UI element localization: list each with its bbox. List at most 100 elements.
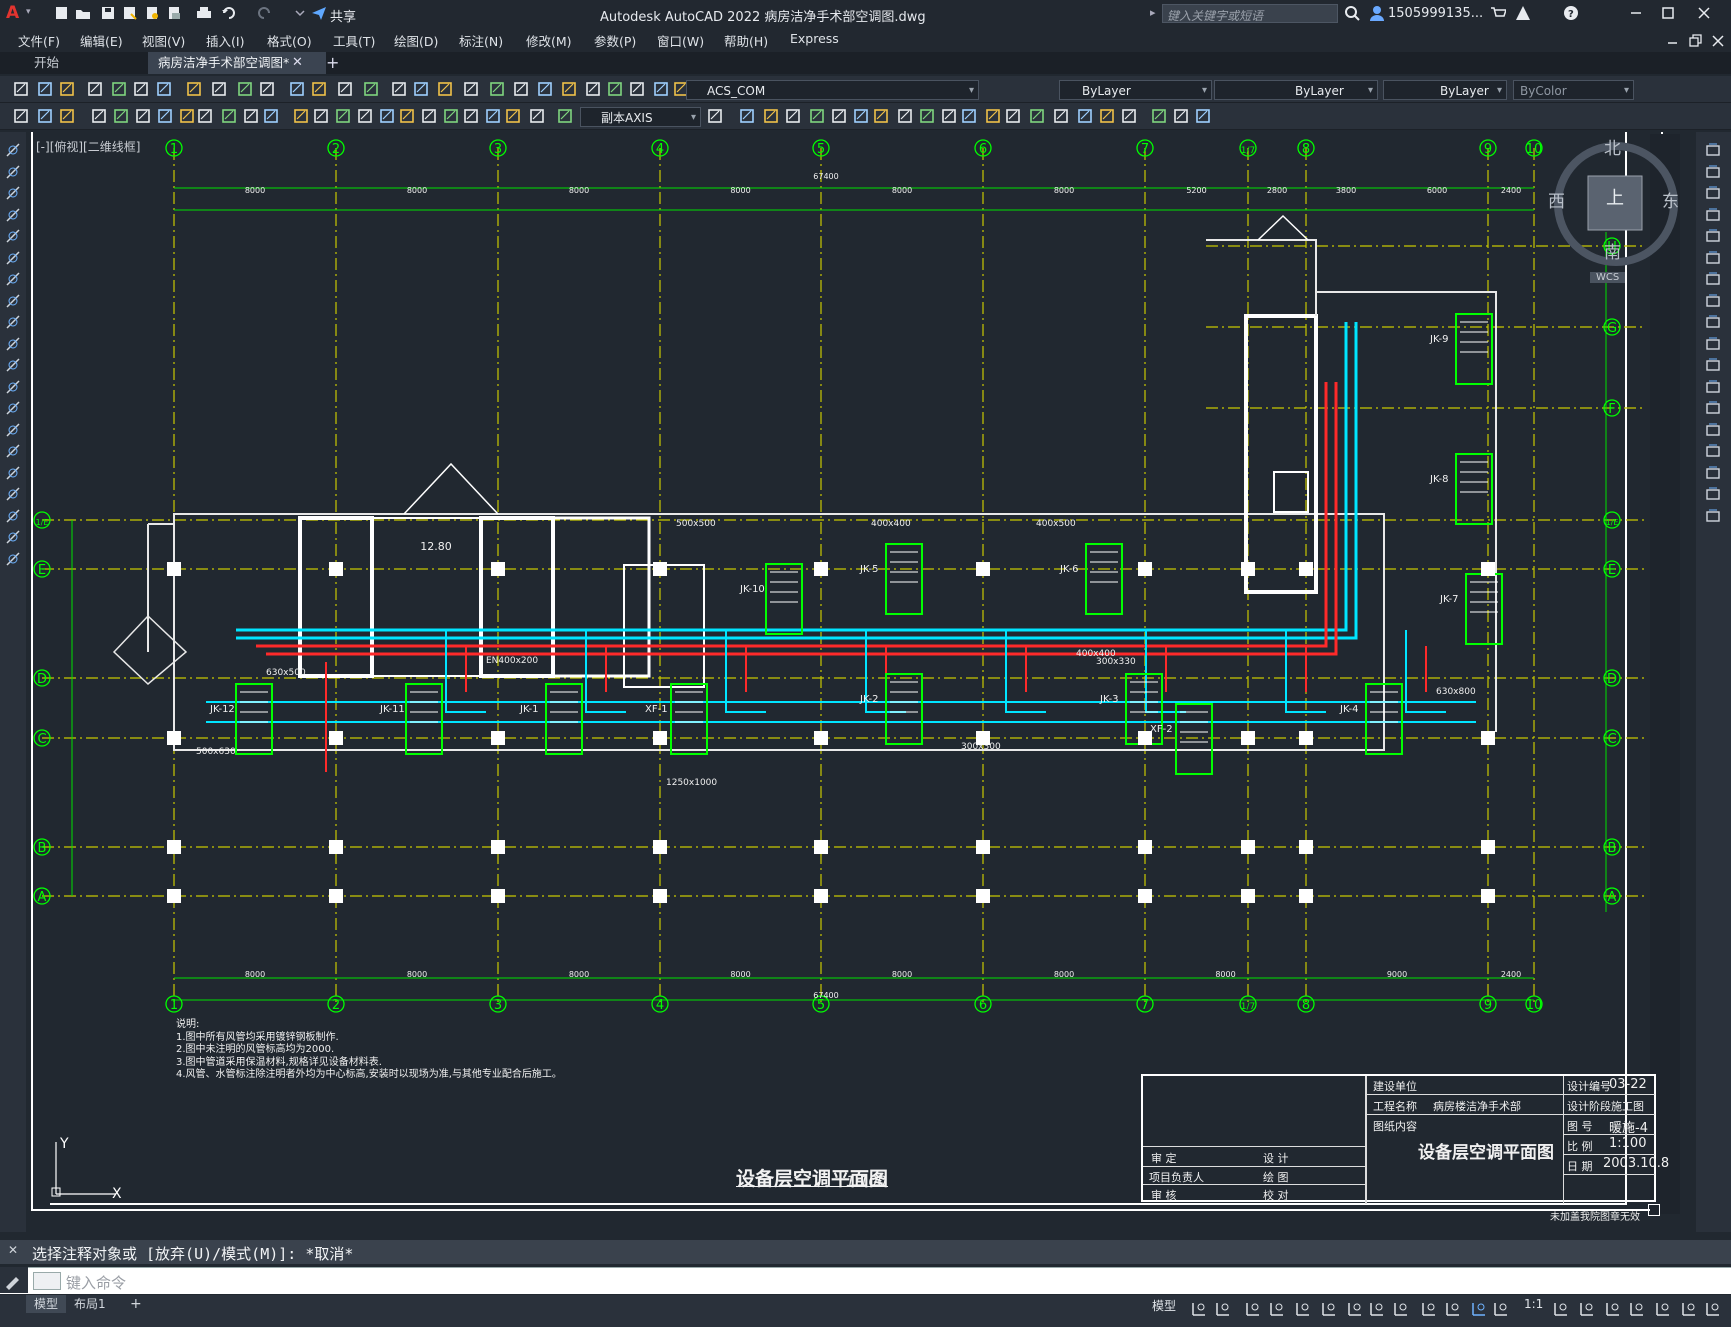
standard-tool-icon[interactable] (628, 80, 646, 98)
draw-palette-tool-icon[interactable] (5, 293, 21, 309)
draw-tool-icon[interactable] (1194, 107, 1212, 125)
menu-parametric[interactable]: 参数(P) (594, 31, 636, 50)
draw-palette-tool-icon[interactable] (5, 185, 21, 201)
draw-palette-tool-icon[interactable] (5, 314, 21, 330)
cart-icon[interactable] (1490, 5, 1506, 21)
app-menu-arrow-icon[interactable]: ▾ (26, 7, 31, 17)
annotation-scale[interactable]: 1:1 (1524, 1297, 1543, 1311)
status-toggle-icon[interactable] (1392, 1300, 1410, 1318)
draw-tool-icon[interactable] (1052, 107, 1070, 125)
tab-start[interactable]: 开始 (24, 52, 164, 74)
standard-tool-icon[interactable] (58, 80, 76, 98)
draw-tool-icon[interactable] (12, 107, 30, 125)
draw-palette-tool-icon[interactable] (5, 336, 21, 352)
modify-palette-tool-icon[interactable] (1705, 271, 1721, 287)
draw-palette-tool-icon[interactable] (5, 357, 21, 373)
standard-tool-icon[interactable] (36, 80, 54, 98)
standard-tool-icon[interactable] (606, 80, 624, 98)
standard-tool-icon[interactable] (584, 80, 602, 98)
draw-tool-icon[interactable] (292, 107, 310, 125)
status-toggle-icon[interactable] (1346, 1300, 1364, 1318)
draw-tool-icon[interactable] (960, 107, 978, 125)
standard-tool-icon[interactable] (652, 80, 670, 98)
modify-palette-tool-icon[interactable] (1705, 357, 1721, 373)
menu-insert[interactable]: 插入(I) (206, 31, 244, 50)
standard-tool-icon[interactable] (336, 80, 354, 98)
draw-tool-icon[interactable] (556, 107, 574, 125)
menu-tools[interactable]: 工具(T) (333, 31, 375, 50)
undo-icon[interactable] (221, 5, 237, 21)
draw-tool-icon[interactable] (1098, 107, 1116, 125)
menu-modify[interactable]: 修改(M) (526, 31, 572, 50)
draw-tool-icon[interactable] (36, 107, 54, 125)
drawing-canvas[interactable]: [-][俯视][二维线框] JK-1 JK-2 JK-3 JK-4 JK-5 J… (26, 132, 1696, 1232)
standard-tool-icon[interactable] (436, 80, 454, 98)
autodesk-app-icon[interactable] (1515, 5, 1531, 21)
standard-tool-icon[interactable] (86, 80, 104, 98)
modify-palette-tool-icon[interactable] (1705, 336, 1721, 352)
status-toggle-icon[interactable] (1190, 1300, 1208, 1318)
draw-tool-icon[interactable] (784, 107, 802, 125)
draw-tool-icon[interactable] (90, 107, 108, 125)
dimstyle-dropdown[interactable]: 副本AXIS ▾ (580, 107, 701, 127)
modify-palette-tool-icon[interactable] (1705, 443, 1721, 459)
status-toggle-icon[interactable] (1628, 1300, 1646, 1318)
model-space-toggle[interactable]: 模型 (1152, 1297, 1176, 1314)
tab-model[interactable]: 模型 (26, 1295, 67, 1313)
draw-palette-tool-icon[interactable] (5, 465, 21, 481)
open-file-icon[interactable] (75, 5, 91, 21)
standard-tool-icon[interactable] (390, 80, 408, 98)
status-toggle-icon[interactable] (1268, 1300, 1286, 1318)
tab-close-icon[interactable]: ✕ (292, 55, 303, 70)
wcs-menu[interactable]: WCS (1590, 272, 1626, 283)
draw-palette-tool-icon[interactable] (5, 142, 21, 158)
draw-palette-tool-icon[interactable] (5, 529, 21, 545)
draw-palette-tool-icon[interactable] (5, 400, 21, 416)
save-icon[interactable] (100, 5, 116, 21)
status-toggle-icon[interactable] (1320, 1300, 1338, 1318)
menu-file[interactable]: 文件(F) (18, 31, 60, 50)
standard-tool-icon[interactable] (310, 80, 328, 98)
modify-palette-tool-icon[interactable] (1705, 185, 1721, 201)
standard-tool-icon[interactable] (488, 80, 506, 98)
modify-palette-tool-icon[interactable] (1705, 422, 1721, 438)
draw-tool-icon[interactable] (398, 107, 416, 125)
menu-draw[interactable]: 绘图(D) (394, 31, 438, 50)
status-toggle-icon[interactable] (1294, 1300, 1312, 1318)
minimize-icon[interactable] (1628, 5, 1644, 21)
new-file-icon[interactable] (54, 5, 70, 21)
menu-window[interactable]: 窗口(W) (657, 31, 704, 50)
draw-tool-icon[interactable] (156, 107, 174, 125)
status-toggle-icon[interactable] (1214, 1300, 1232, 1318)
status-toggle-icon[interactable] (1654, 1300, 1672, 1318)
standard-tool-icon[interactable] (210, 80, 228, 98)
standard-tool-icon[interactable] (258, 80, 276, 98)
save-as-icon[interactable] (122, 5, 138, 21)
menu-format[interactable]: 格式(O) (267, 31, 312, 50)
modify-palette-tool-icon[interactable] (1705, 142, 1721, 158)
status-toggle-icon[interactable] (1444, 1300, 1462, 1318)
viewcube-south[interactable]: 南 (1604, 238, 1621, 263)
status-toggle-icon[interactable] (1604, 1300, 1622, 1318)
draw-tool-icon[interactable] (334, 107, 352, 125)
redo-icon[interactable] (256, 5, 272, 21)
doc-restore-icon[interactable] (1688, 33, 1704, 49)
tab-layout1[interactable]: 布局1 (66, 1295, 114, 1313)
viewcube-east[interactable]: 东 (1662, 187, 1679, 212)
draw-palette-tool-icon[interactable] (5, 250, 21, 266)
draw-tool-icon[interactable] (220, 107, 238, 125)
draw-palette-tool-icon[interactable] (5, 379, 21, 395)
standard-tool-icon[interactable] (362, 80, 380, 98)
modify-palette-tool-icon[interactable] (1705, 293, 1721, 309)
share-icon[interactable] (311, 5, 327, 21)
standard-tool-icon[interactable] (536, 80, 554, 98)
plotstyle-dropdown[interactable]: ByColor ▾ (1513, 80, 1634, 100)
draw-tool-icon[interactable] (528, 107, 546, 125)
draw-palette-tool-icon[interactable] (5, 228, 21, 244)
draw-tool-icon[interactable] (356, 107, 374, 125)
status-toggle-icon[interactable] (1680, 1300, 1698, 1318)
draw-tool-icon[interactable] (1172, 107, 1190, 125)
viewcube-top[interactable]: 上 (1606, 184, 1624, 210)
standard-tool-icon[interactable] (236, 80, 254, 98)
status-toggle-icon[interactable] (1704, 1300, 1722, 1318)
